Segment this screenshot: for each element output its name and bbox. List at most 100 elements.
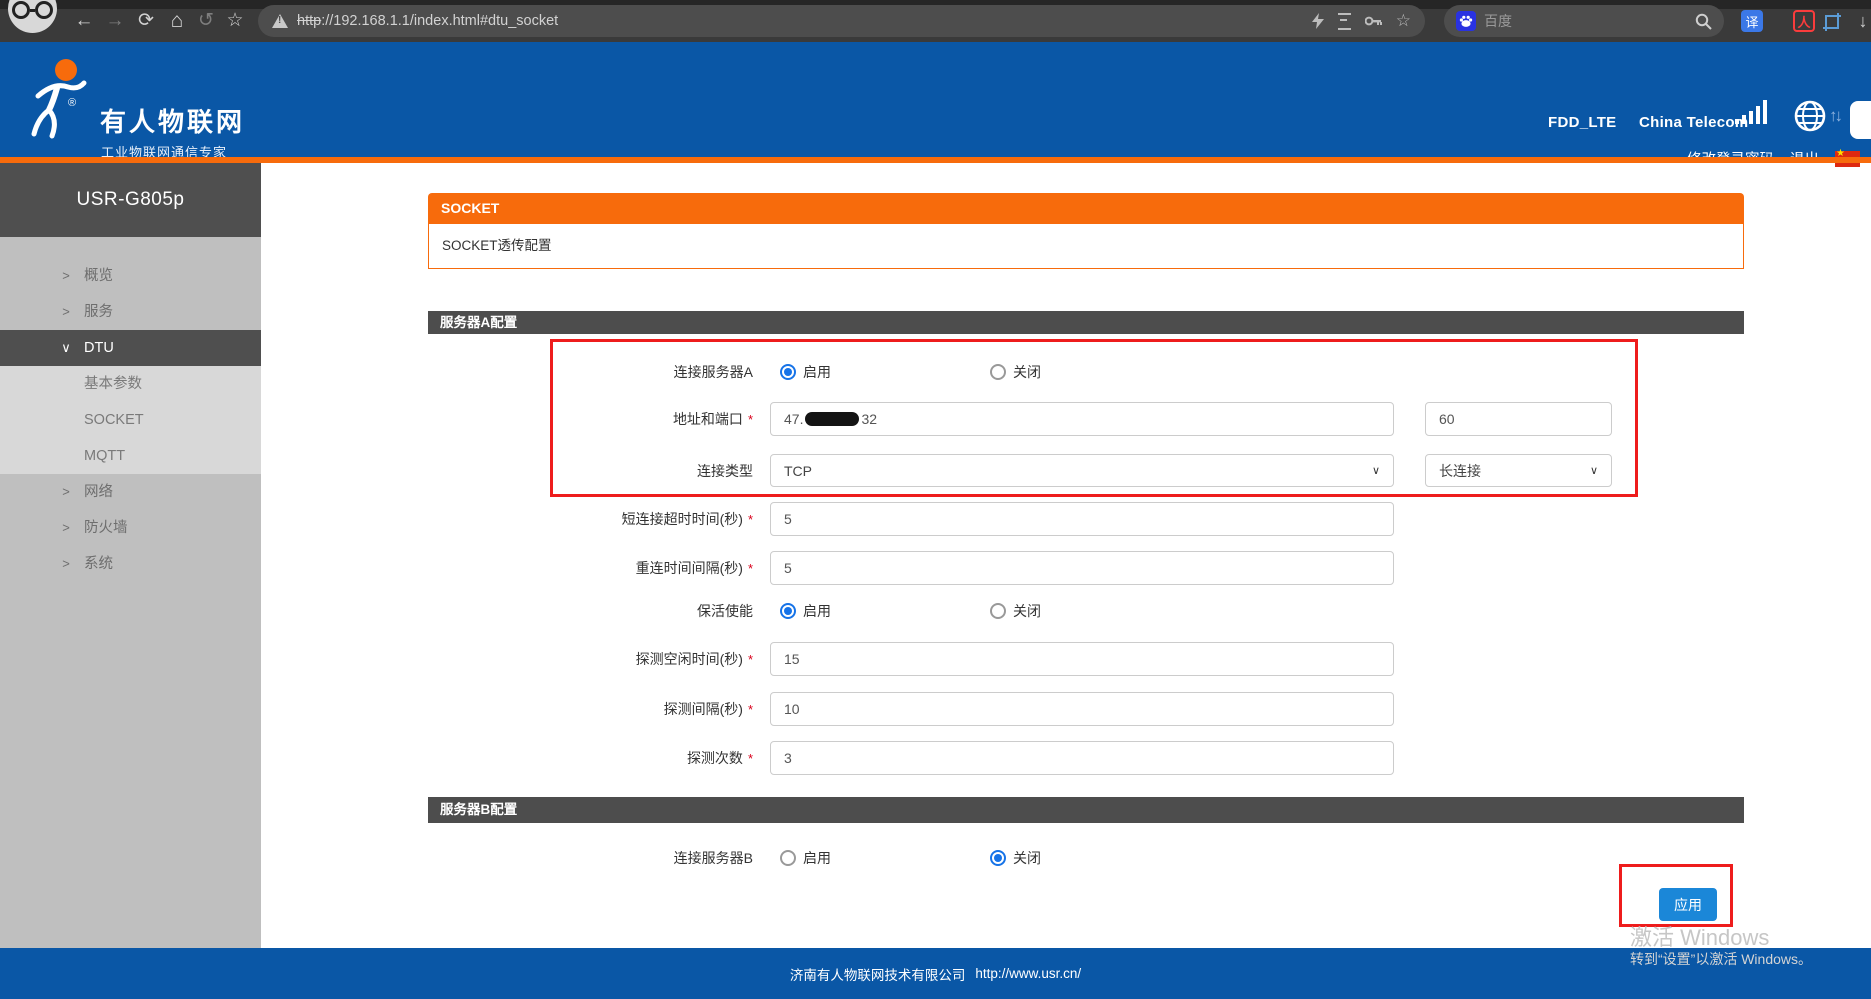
browser-toolbar: ← → ⟳ ⌂ ↺ ☆ http://192.168.1.1/index.htm… xyxy=(0,0,1871,42)
server-b-enable-radio[interactable]: 启用 xyxy=(780,841,831,875)
required-asterisk: * xyxy=(748,561,753,576)
port-input[interactable] xyxy=(1425,402,1612,436)
password-key-icon[interactable] xyxy=(1365,15,1382,27)
reconnect-interval-label: 重连时间间隔(秒)* xyxy=(428,551,753,586)
probe-interval-input[interactable] xyxy=(770,692,1394,726)
home-icon[interactable]: ⌂ xyxy=(164,8,190,34)
address-port-label: 地址和端口* xyxy=(428,402,753,437)
connection-mode-select[interactable]: 长连接 ∨ xyxy=(1425,454,1612,487)
required-asterisk: * xyxy=(748,512,753,527)
traffic-arrows-icon: ↑↓ xyxy=(1829,106,1840,126)
adobe-extension-icon[interactable]: 人 xyxy=(1793,10,1815,32)
radio-checked-icon[interactable] xyxy=(780,364,796,380)
windows-activation-watermark-hint: 转到“设置”以激活 Windows。 xyxy=(1630,949,1812,969)
header-accent-bar xyxy=(0,157,1871,163)
redaction-blob xyxy=(805,412,859,426)
url-text: http://192.168.1.1/index.html#dtu_socket xyxy=(297,13,558,29)
probe-idle-input[interactable] xyxy=(770,642,1394,676)
reconnect-interval-input[interactable] xyxy=(770,551,1394,585)
back-icon[interactable]: ← xyxy=(71,8,97,34)
globe-network-icon xyxy=(1793,99,1827,133)
baidu-search-box[interactable]: 百度 xyxy=(1444,5,1724,37)
probe-interval-label: 探测间隔(秒)* xyxy=(428,692,753,727)
chevron-down-icon: ∨ xyxy=(58,330,74,366)
server-a-disable-radio[interactable]: 关闭 xyxy=(990,355,1041,389)
translate-extension-icon[interactable]: 译 xyxy=(1741,10,1763,32)
lightning-icon[interactable] xyxy=(1312,13,1324,29)
server-b-disable-radio[interactable]: 关闭 xyxy=(990,841,1041,875)
sidebar-item-socket[interactable]: SOCKET xyxy=(0,402,261,438)
radio-checked-icon[interactable] xyxy=(990,850,1006,866)
radio-checked-icon[interactable] xyxy=(780,603,796,619)
address-bar[interactable]: http://192.168.1.1/index.html#dtu_socket… xyxy=(258,5,1425,37)
page-footer: 济南有人物联网技术有限公司 http://www.usr.cn/ xyxy=(0,948,1871,999)
server-b-section-title: 服务器B配置 xyxy=(428,797,1744,823)
chevron-right-icon: > xyxy=(58,294,74,330)
probe-idle-label: 探测空闲时间(秒)* xyxy=(428,642,753,677)
sidebar-item-network[interactable]: > 网络 xyxy=(0,474,261,510)
usr-logo-icon xyxy=(24,56,90,144)
reader-mode-icon[interactable] xyxy=(1338,13,1351,30)
screenshot-crop-extension-icon[interactable] xyxy=(1820,10,1842,32)
brand-name: 有人物联网 xyxy=(100,102,245,139)
dropdown-chevron-icon: ∨ xyxy=(1372,464,1380,477)
search-icon[interactable] xyxy=(1695,13,1712,30)
apply-button[interactable]: 应用 xyxy=(1659,888,1717,921)
microsoft-extension-icon[interactable] xyxy=(1767,10,1789,32)
signal-strength-icon xyxy=(1735,100,1767,124)
url-scheme: http xyxy=(297,13,321,29)
chevron-right-icon: > xyxy=(58,474,74,510)
url-path: ://192.168.1.1/index.html#dtu_socket xyxy=(321,13,558,29)
radio-unchecked-icon[interactable] xyxy=(780,850,796,866)
dropdown-chevron-icon: ∨ xyxy=(1590,464,1598,477)
download-icon[interactable]: ↓ xyxy=(1850,8,1871,34)
connection-type-label: 连接类型 xyxy=(428,454,753,488)
incognito-avatar-icon[interactable] xyxy=(8,0,57,33)
forward-icon[interactable]: → xyxy=(102,8,128,34)
connect-server-b-label: 连接服务器B xyxy=(428,841,753,875)
windows-activation-watermark: 激活 Windows xyxy=(1630,920,1769,952)
sidebar-item-system[interactable]: > 系统 xyxy=(0,546,261,582)
incognito-glasses-icon xyxy=(12,1,53,19)
sidebar-item-dtu[interactable]: ∨ DTU xyxy=(0,330,261,366)
registered-mark: ® xyxy=(68,97,76,109)
bookmark-page-star-icon[interactable]: ☆ xyxy=(1396,11,1411,31)
chevron-right-icon: > xyxy=(58,258,74,294)
site-header: ® 有人物联网 工业物联网通信专家 FDD_LTE China Telecom … xyxy=(0,42,1871,157)
required-asterisk: * xyxy=(748,702,753,717)
probe-count-label: 探测次数* xyxy=(428,741,753,776)
server-a-enable-radio[interactable]: 启用 xyxy=(780,355,831,389)
undo-extension-icon[interactable]: ↺ xyxy=(193,8,219,34)
address-input[interactable]: 47.32 xyxy=(770,402,1394,436)
sidebar: USR-G805p > 概览 > 服务 ∨ DTU 基本参数 SOCKET MQ… xyxy=(0,163,261,948)
sidebar-item-services[interactable]: > 服务 xyxy=(0,294,261,330)
reload-icon[interactable]: ⟳ xyxy=(133,8,159,34)
keepalive-disable-radio[interactable]: 关闭 xyxy=(990,594,1041,628)
footer-company: 济南有人物联网技术有限公司 xyxy=(790,964,966,984)
connection-type-select[interactable]: TCP ∨ xyxy=(770,454,1394,487)
sidebar-item-overview[interactable]: > 概览 xyxy=(0,258,261,294)
sidebar-item-mqtt[interactable]: MQTT xyxy=(0,438,261,474)
carrier-name: China Telecom xyxy=(1639,114,1748,131)
not-secure-warning-icon[interactable] xyxy=(272,14,288,28)
keepalive-label: 保活使能 xyxy=(428,594,753,628)
short-timeout-label: 短连接超时时间(秒)* xyxy=(428,502,753,537)
socket-panel-title: SOCKET xyxy=(428,193,1744,223)
short-timeout-input[interactable] xyxy=(770,502,1394,536)
footer-site-link[interactable]: http://www.usr.cn/ xyxy=(975,966,1081,981)
search-placeholder: 百度 xyxy=(1484,11,1695,31)
keepalive-enable-radio[interactable]: 启用 xyxy=(780,594,831,628)
radio-unchecked-icon[interactable] xyxy=(990,364,1006,380)
sidebar-item-firewall[interactable]: > 防火墙 xyxy=(0,510,261,546)
sim-card-icon xyxy=(1850,101,1871,139)
connect-server-a-label: 连接服务器A xyxy=(428,355,753,389)
required-asterisk: * xyxy=(748,751,753,766)
bookmark-star-icon[interactable]: ☆ xyxy=(222,8,248,34)
sidebar-item-basic-params[interactable]: 基本参数 xyxy=(0,366,261,402)
device-model-title: USR-G805p xyxy=(0,163,261,237)
radio-unchecked-icon[interactable] xyxy=(990,603,1006,619)
network-type: FDD_LTE xyxy=(1548,114,1617,131)
baidu-icon xyxy=(1456,11,1476,31)
chevron-right-icon: > xyxy=(58,510,74,546)
probe-count-input[interactable] xyxy=(770,741,1394,775)
